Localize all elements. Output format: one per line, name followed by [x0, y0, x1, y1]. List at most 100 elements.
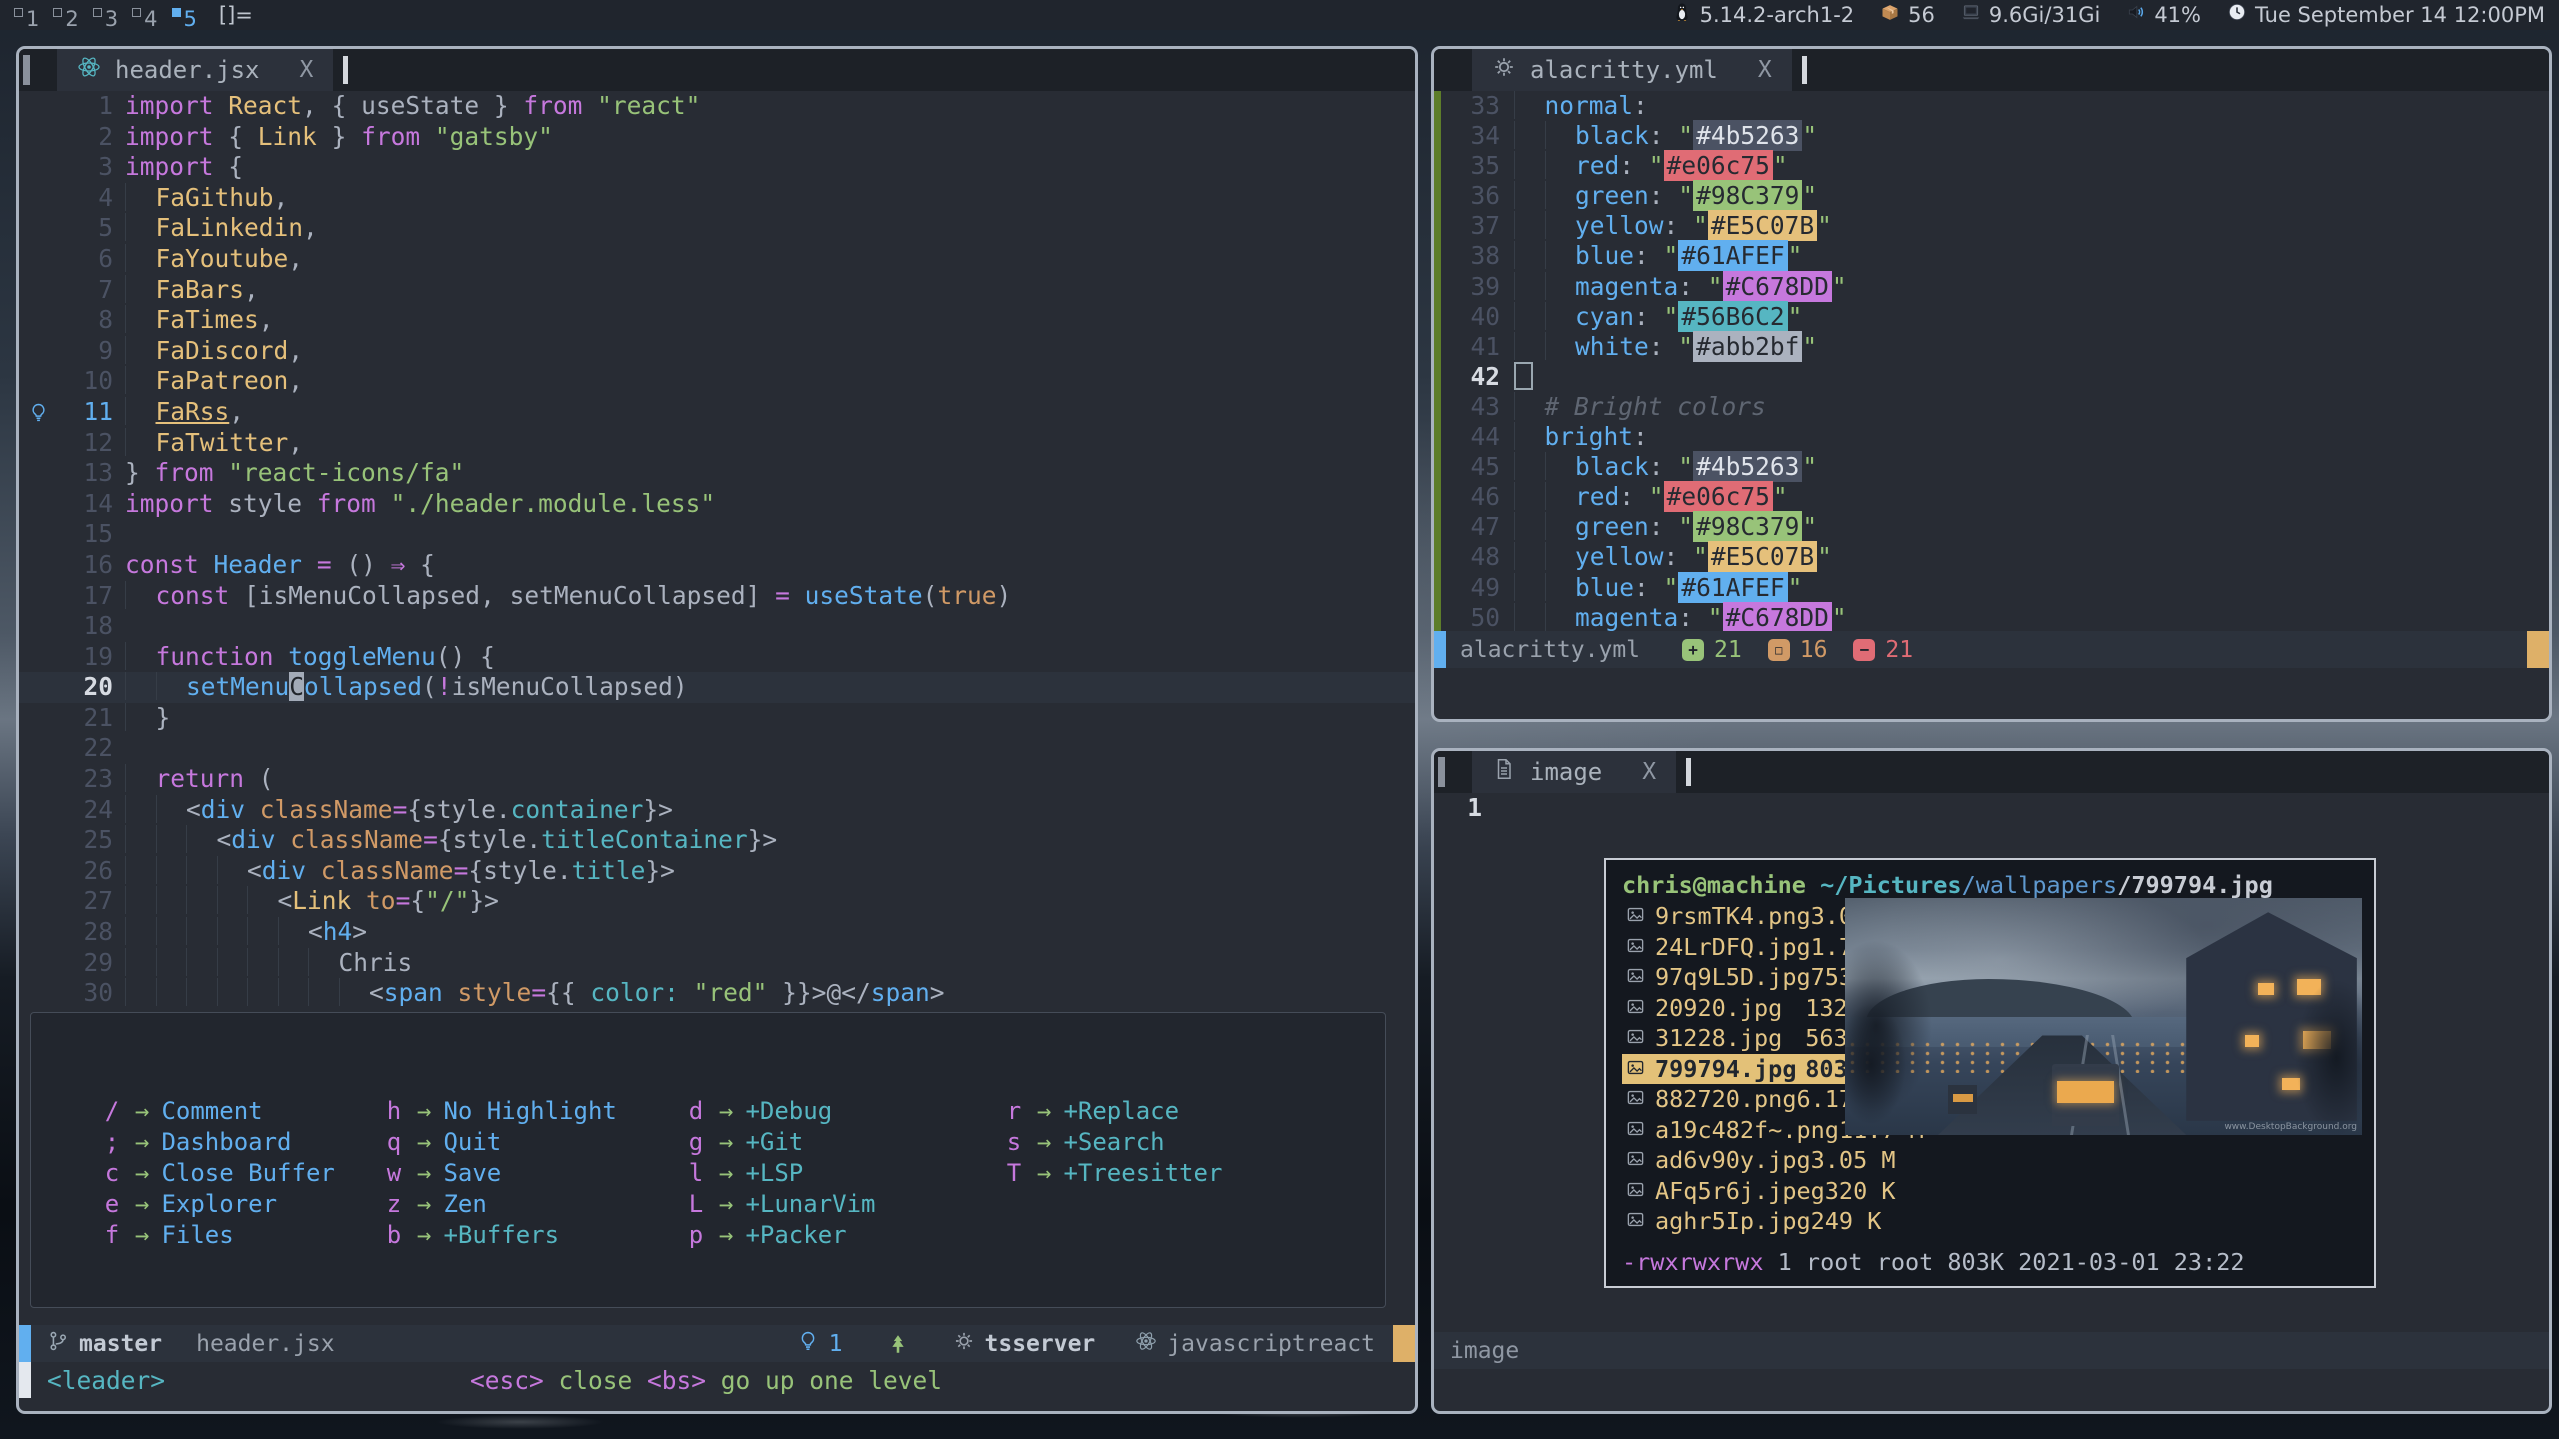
whichkey-binding-s: s→+Search [1003, 1126, 1165, 1157]
line-number: 10 [57, 366, 125, 397]
token: , [288, 428, 303, 457]
token: { [228, 122, 258, 151]
image-file-icon [1626, 1116, 1655, 1144]
line-number: 35 [1452, 151, 1514, 181]
token: FaBars [156, 275, 245, 304]
tab-close-button[interactable]: X [1642, 759, 1656, 785]
indent-guide [125, 213, 156, 241]
indent-guide [186, 886, 217, 914]
git-remove-icon: − [1853, 639, 1875, 661]
token: red [1575, 151, 1619, 180]
token: . [557, 856, 572, 885]
tab-image[interactable]: image X [1472, 751, 1676, 793]
file-row-97q9L5D.jpg[interactable]: 97q9L5D.jpg753 K [1622, 962, 1880, 993]
token: # Bright colors [1545, 392, 1766, 421]
whichkey-row: e→Explorerz→ZenL→+LunarVim [101, 1188, 1385, 1219]
indent-guide [1514, 151, 1545, 179]
token: = [317, 550, 332, 579]
indent-guide [1545, 512, 1576, 540]
code-line-1: 1 [1434, 793, 2549, 824]
line-number: 1 [57, 91, 125, 122]
workspace-5[interactable]: 5 [172, 5, 197, 33]
token: yellow [1575, 211, 1664, 240]
code-line-21: 21} [19, 703, 1415, 734]
code-area[interactable]: 1import React, { useState } from "react"… [19, 91, 1415, 1011]
token: : [1664, 211, 1679, 240]
token: "gatsby" [435, 122, 553, 151]
image-file-icon [1626, 963, 1655, 991]
tab-close-button[interactable]: X [300, 57, 314, 83]
tab-title: image [1530, 758, 1602, 786]
file-row-a19c482f~.png[interactable]: a19c482f~.png11.7 M [1622, 1115, 1880, 1146]
token: blue [1575, 573, 1634, 602]
workspace-4[interactable]: 4 [132, 5, 157, 33]
file-row-799794.jpg[interactable]: 799794.jpg803 K [1622, 1054, 1880, 1085]
token: . [496, 795, 511, 824]
file-permissions: -rwxrwxrwx 1 root root 803K 2021-03-01 2… [1622, 1248, 2245, 1276]
image-file-icon [1626, 1055, 1655, 1083]
token: } [479, 91, 509, 120]
token: : [1678, 603, 1693, 632]
workspace-2[interactable]: 2 [53, 5, 78, 33]
whichkey-binding-h: h→No Highlight [383, 1095, 685, 1126]
indent-guide [125, 366, 156, 394]
file-row-ad6v90y.jpg[interactable]: ad6v90y.jpg3.05 M [1622, 1145, 1880, 1176]
lightbulb-icon [797, 1330, 819, 1358]
code-line-12: 12FaTwitter, [19, 428, 1415, 459]
tabline-cursor [1686, 758, 1691, 786]
workspace-1[interactable]: 1 [14, 5, 39, 33]
preview-path: chris@machine ~/Pictures/wallpapers/7997… [1622, 870, 2374, 901]
color-chip: #98C379 [1693, 511, 1802, 542]
token: Chris [339, 948, 413, 977]
token [245, 795, 260, 824]
line-number: 13 [57, 458, 125, 489]
token: ( [923, 581, 938, 610]
file-row-9rsmTK4.png[interactable]: 9rsmTK4.png3.09 M [1622, 901, 1880, 932]
line-number: 7 [57, 275, 125, 306]
code-text [1514, 362, 1533, 392]
workspace-indicator-square [93, 8, 102, 17]
hint-token: close [544, 1366, 647, 1395]
indent-guide [186, 856, 217, 884]
code-text: FaLinkedin, [125, 213, 318, 244]
code-text: green: "#98C379" [1514, 512, 1817, 542]
file-row-31228.jpg[interactable]: 31228.jpg563 K [1622, 1023, 1880, 1054]
whichkey-binding-p: p→+Packer [685, 1219, 1003, 1250]
indent-guide [186, 825, 217, 853]
line-number: 14 [57, 489, 125, 520]
tab-header-jsx[interactable]: header.jsx X [57, 49, 333, 91]
git-branch: master [47, 1330, 162, 1358]
file-row-AFq5r6j.jpeg[interactable]: AFq5r6j.jpeg320 K [1622, 1176, 1880, 1207]
workspace-3[interactable]: 3 [93, 5, 118, 33]
color-chip: #E5C07B [1708, 210, 1817, 241]
window-editor-bottomright: image X 1 chris@machine ~/Pictures/wallp… [1431, 748, 2552, 1414]
token [214, 122, 229, 151]
cmdline-topright [1434, 667, 2549, 713]
token: ⇒ [391, 550, 406, 579]
token: : [1633, 422, 1648, 451]
gear-icon [1492, 55, 1516, 85]
file-row-24LrDFQ.jpg[interactable]: 24LrDFQ.jpg1.7 M [1622, 932, 1880, 963]
file-row-aghr5Ip.jpg[interactable]: aghr5Ip.jpg249 K [1622, 1206, 1880, 1237]
watermark: www.DesktopBackground.org [2224, 1122, 2357, 1132]
file-row-882720.png[interactable]: 882720.png6.17 M [1622, 1084, 1880, 1115]
tab-title: alacritty.yml [1530, 56, 1718, 84]
line-number: 50 [1452, 603, 1514, 633]
indent-guide [247, 886, 278, 914]
whichkey-binding-q: q→Quit [383, 1126, 685, 1157]
code-area[interactable]: 33normal:34black: "#4b5263"35red: "#e06c… [1434, 91, 2549, 631]
token [229, 581, 244, 610]
code-line-26: 26<div className={style.title}> [19, 856, 1415, 887]
indent-guide [125, 795, 156, 823]
indent-guide [1514, 512, 1545, 540]
token [376, 489, 391, 518]
file-row-20920.jpg[interactable]: 20920.jpg132 K [1622, 993, 1880, 1024]
code-text: <Link to={"/"}> [125, 886, 499, 917]
code-line-48: 48yellow: "#E5C07B" [1434, 542, 2549, 572]
tab-close-button[interactable]: X [1758, 57, 1772, 83]
indent-guide [156, 978, 187, 1006]
token [244, 764, 259, 793]
tab-alacritty-yml[interactable]: alacritty.yml X [1472, 49, 1792, 91]
indent-guide [1514, 332, 1545, 360]
status-segment: 41% [2126, 1, 2201, 29]
